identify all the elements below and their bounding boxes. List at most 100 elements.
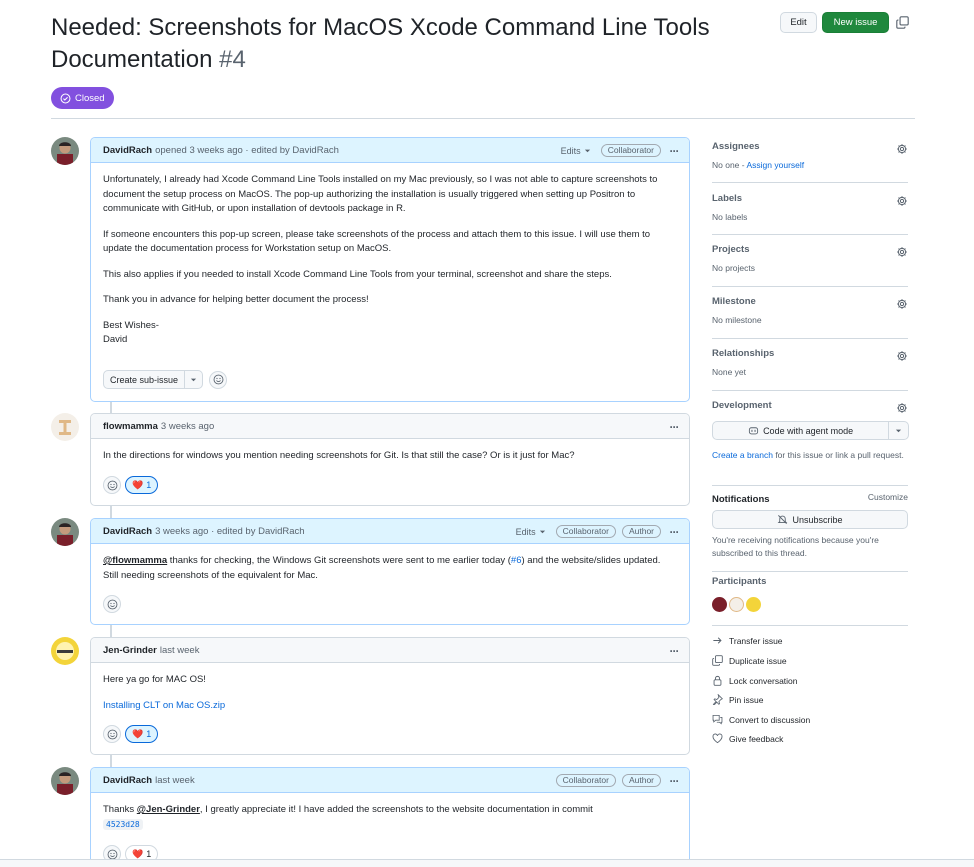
paragraph: This also applies if you needed to insta…	[103, 268, 612, 280]
timeline-comment: DavidRach 3 weeks ago · edited by DavidR…	[90, 518, 690, 625]
duplicate-issue-action[interactable]: Duplicate issue	[712, 655, 787, 666]
add-reaction-icon[interactable]	[103, 595, 121, 613]
user-mention-link[interactable]: @Jen-Grinder	[137, 804, 200, 815]
heart-reaction-button[interactable]: ❤️ 1	[125, 476, 159, 494]
header-divider	[51, 118, 915, 119]
reaction-count: 1	[146, 480, 152, 490]
participant-avatar[interactable]	[729, 597, 744, 612]
add-reaction-icon[interactable]	[209, 370, 228, 389]
sidebar-heading: Labels	[712, 193, 743, 204]
projects-value: No projects	[712, 263, 755, 273]
heart-icon: ❤️	[132, 728, 144, 739]
comment-body: Unfortunately, I already had Xcode Comma…	[91, 163, 689, 348]
avatar[interactable]	[51, 137, 79, 165]
relationships-value: None yet	[712, 367, 747, 377]
avatar[interactable]	[51, 413, 79, 441]
participant-avatar[interactable]	[746, 597, 761, 612]
action-label: Give feedback	[729, 733, 784, 744]
comment-body: Thanks @Jen-Grinder, I greatly appreciat…	[91, 793, 689, 832]
pin-icon	[712, 694, 723, 705]
customize-link[interactable]: Customize	[868, 492, 908, 502]
collaborator-badge: Collaborator	[555, 525, 616, 538]
comment-meta: opened 3 weeks ago · edited by DavidRach	[155, 144, 339, 156]
milestone-value: No milestone	[712, 315, 762, 325]
add-reaction-icon[interactable]	[103, 476, 121, 494]
paragraph: Thanks @Jen-Grinder, I greatly appreciat…	[103, 803, 677, 832]
comment-author[interactable]: DavidRach	[103, 775, 152, 786]
paragraph: Here ya go for MAC OS!	[103, 674, 206, 685]
comment-meta: last week	[159, 644, 200, 656]
edit-button[interactable]: Edit	[780, 12, 817, 33]
sidebar-heading: Development	[712, 400, 772, 411]
reactions-bar	[103, 595, 121, 613]
sidebar-labels: Labels No labels	[712, 193, 908, 235]
gear-icon[interactable]	[896, 350, 908, 362]
lock-conversation-action[interactable]: Lock conversation	[712, 675, 798, 686]
more-options-icon[interactable]: ···	[667, 774, 681, 788]
issue-link[interactable]: #6	[511, 555, 522, 566]
check-circle-icon	[60, 93, 71, 103]
transfer-issue-action[interactable]: Transfer issue	[712, 635, 783, 646]
heart-icon: ❤️	[132, 479, 144, 490]
convert-to-discussion-action[interactable]: Convert to discussion	[712, 714, 810, 725]
commit-link[interactable]: 4523d28	[103, 818, 143, 830]
comment-header: flowmamma 3 weeks ago ···	[91, 414, 689, 439]
participant-avatar[interactable]	[712, 597, 727, 612]
copilot-icon	[748, 427, 759, 435]
comment-author[interactable]: DavidRach	[103, 526, 152, 537]
sidebar-notifications: Notifications Customize	[712, 492, 908, 572]
paragraph: Installing CLT on Mac OS.zip	[103, 699, 677, 714]
gear-icon[interactable]	[896, 298, 908, 310]
create-branch-link[interactable]: Create a branch	[712, 450, 773, 460]
gear-icon[interactable]	[896, 246, 908, 258]
code-with-agent-button[interactable]: Code with agent mode	[713, 422, 890, 439]
signoff-line: Best Wishes-	[103, 319, 159, 331]
sidebar-development: Development	[712, 400, 908, 486]
avatar[interactable]	[51, 767, 79, 795]
action-label: Transfer issue	[729, 635, 783, 646]
attachment-link[interactable]: Installing CLT on Mac OS.zip	[103, 700, 225, 711]
heart-reaction-button[interactable]: ❤️ 1	[125, 725, 159, 743]
bell-slash-icon	[778, 515, 788, 524]
avatar[interactable]	[51, 637, 79, 665]
more-options-icon[interactable]: ···	[667, 644, 681, 658]
sub-issue-dropdown[interactable]	[185, 370, 204, 389]
add-reaction-icon[interactable]	[103, 725, 121, 743]
paragraph: Unfortunately, I already had Xcode Comma…	[103, 174, 658, 214]
issue-title: Needed: Screenshots for MacOS Xcode Comm…	[51, 12, 751, 76]
create-sub-issue-button[interactable]: Create sub-issue	[103, 370, 186, 389]
comment-author[interactable]: flowmamma	[103, 421, 158, 432]
comment-body: In the directions for windows you mentio…	[91, 439, 689, 464]
agent-dropdown[interactable]	[889, 422, 908, 439]
user-mention-link[interactable]: @flowmamma	[103, 555, 167, 566]
paragraph: Thank you in advance for helping better …	[103, 294, 369, 305]
heart-icon: ❤️	[132, 848, 144, 859]
gear-icon[interactable]	[896, 402, 908, 414]
copy-link-icon[interactable]	[896, 16, 909, 29]
comment-meta: last week	[155, 774, 195, 786]
give-feedback-action[interactable]: Give feedback	[712, 733, 783, 744]
gear-icon[interactable]	[896, 195, 908, 207]
more-options-icon[interactable]: ···	[667, 525, 681, 539]
new-issue-button[interactable]: New issue	[822, 12, 889, 33]
comment-author[interactable]: DavidRach	[103, 145, 152, 156]
timeline-comment: Jen-Grinder last week ··· Here ya go for…	[90, 637, 690, 755]
edits-dropdown[interactable]: Edits	[516, 527, 546, 537]
issue-title-text: Needed: Screenshots for MacOS Xcode Comm…	[51, 14, 710, 73]
gear-icon[interactable]	[896, 143, 908, 155]
more-options-icon[interactable]: ···	[667, 420, 681, 434]
comment-author[interactable]: Jen-Grinder	[103, 645, 157, 656]
comment-header: DavidRach last week Collaborator Author …	[91, 768, 689, 793]
duplicate-icon	[712, 655, 723, 666]
more-options-icon[interactable]: ···	[667, 144, 681, 158]
action-label: Lock conversation	[729, 675, 798, 686]
edits-dropdown[interactable]: Edits	[561, 146, 591, 156]
pin-issue-action[interactable]: Pin issue	[712, 694, 764, 705]
chevron-down-icon	[539, 530, 545, 534]
unsubscribe-button[interactable]: Unsubscribe	[712, 510, 908, 529]
assign-yourself-link[interactable]: Assign yourself	[747, 160, 805, 170]
code-with-agent-label: Code with agent mode	[763, 425, 854, 436]
avatar[interactable]	[51, 518, 79, 546]
paragraph: In the directions for windows you mentio…	[103, 450, 575, 461]
comment-header: DavidRach 3 weeks ago · edited by DavidR…	[91, 519, 689, 544]
